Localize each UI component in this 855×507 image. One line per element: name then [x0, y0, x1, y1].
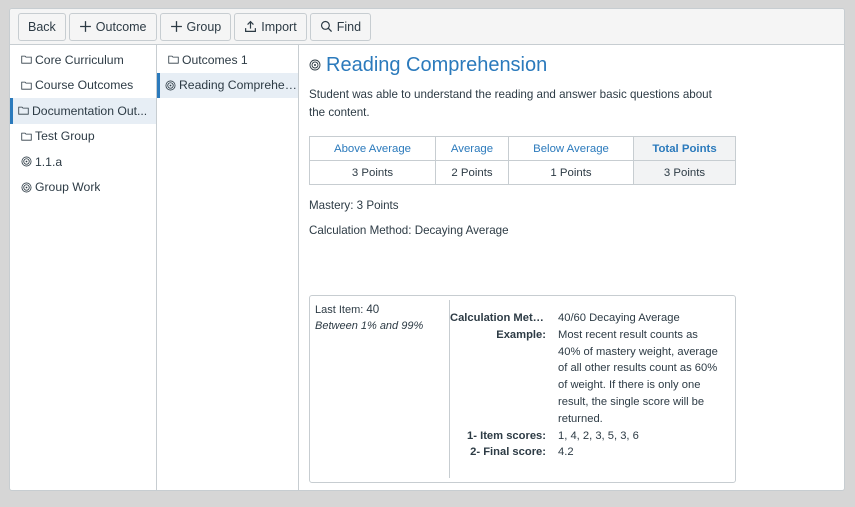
last-item: Last Item: 40	[315, 302, 444, 318]
example-value: Most recent result counts as 40% of mast…	[558, 328, 718, 425]
item-scores-row: 1- Item scores: 1, 4, 2, 3, 5, 3, 6	[450, 428, 735, 445]
group-item-label: Course Outcomes	[35, 78, 134, 93]
final-score-value: 4.2	[558, 446, 574, 459]
last-item-label: Last Item:	[315, 304, 364, 316]
example-key: Example:	[496, 328, 546, 341]
group-item-course-outcomes[interactable]: Course Outcomes	[10, 73, 156, 99]
outcome-item-1-1-a[interactable]: 1.1.a	[10, 149, 156, 175]
group-item-documentation-outcomes[interactable]: Documentation Out...	[10, 98, 156, 124]
plus-icon	[79, 21, 91, 32]
calculation-box: Last Item: 40 Between 1% and 99% Calcula…	[309, 295, 736, 483]
page-title: Reading Comprehension	[309, 53, 834, 77]
add-group-button[interactable]: Group	[159, 12, 232, 41]
group-label: Group	[186, 19, 222, 34]
find-label: Find	[336, 19, 362, 34]
folder-icon	[21, 132, 32, 141]
rating-label-row: Above Average Average Below Average Tota…	[309, 136, 736, 161]
method-key: Calculation Meth...	[450, 312, 549, 324]
outcome-title: Reading Comprehension	[326, 53, 548, 76]
outcome-panes: Core Curriculum Course Outcomes Document…	[10, 45, 844, 490]
rating-label: Above Average	[309, 136, 436, 161]
item-scores-key: 1- Item scores:	[467, 429, 546, 442]
folder-icon	[21, 81, 32, 90]
group-item-label: Documentation Out...	[32, 103, 148, 118]
find-button[interactable]: Find	[309, 12, 372, 41]
method-row: Calculation Meth... 40/60 Decaying Avera…	[450, 310, 735, 327]
rating-points: 3 Points	[309, 160, 436, 185]
outcome-item-label: Group Work	[35, 180, 101, 195]
outcome-description: Student was able to understand the readi…	[309, 88, 712, 119]
group-item-label: Core Curriculum	[35, 52, 124, 67]
group-item-label: Test Group	[35, 129, 95, 144]
subgroup-column: Outcomes 1 Reading Comprehen...	[157, 45, 299, 490]
folder-icon	[18, 106, 29, 115]
calculation-details: Calculation Meth... 40/60 Decaying Avera…	[450, 296, 735, 482]
final-score-key: 2- Final score:	[470, 446, 546, 459]
range-text: Between 1% and 99%	[315, 320, 424, 332]
folder-icon	[21, 55, 32, 64]
folder-icon	[168, 55, 179, 64]
rating-points-row: 3 Points 2 Points 1 Points 3 Points	[309, 160, 736, 185]
rating-label: Below Average	[508, 136, 634, 161]
search-icon	[320, 20, 332, 33]
example-row: Example: Most recent result counts as 40…	[450, 327, 735, 428]
rating-label: Average	[435, 136, 509, 161]
groups-column: Core Curriculum Course Outcomes Document…	[10, 45, 157, 490]
outcome-item-group-work[interactable]: Group Work	[10, 175, 156, 201]
method-value: 40/60 Decaying Average	[558, 312, 680, 324]
final-score-row: 2- Final score: 4.2	[450, 444, 735, 461]
outcome-item-reading-comprehension[interactable]: Reading Comprehen...	[157, 72, 298, 98]
outcomes-window: Back Outcome Group Import Find Core Curr…	[9, 8, 845, 491]
outcome-item-label: Reading Comprehen...	[179, 78, 298, 93]
outcome-icon	[21, 156, 32, 167]
total-points-label: Total Points	[633, 136, 736, 161]
item-scores-value: 1, 4, 2, 3, 5, 3, 6	[558, 429, 639, 442]
add-outcome-button[interactable]: Outcome	[68, 12, 157, 41]
rating-points: 2 Points	[435, 160, 509, 185]
toolbar: Back Outcome Group Import Find	[10, 9, 844, 45]
group-item-core-curriculum[interactable]: Core Curriculum	[10, 47, 156, 73]
upload-icon	[245, 20, 257, 32]
subgroup-item-label: Outcomes 1	[182, 52, 248, 67]
last-item-value: 40	[366, 303, 380, 316]
back-label: Back	[28, 19, 56, 34]
calculation-method-text: Calculation Method: Decaying Average	[309, 224, 509, 237]
import-button[interactable]: Import	[234, 12, 307, 41]
outcome-detail: Reading Comprehension Student was able t…	[299, 45, 844, 490]
group-item-test-group[interactable]: Test Group	[10, 124, 156, 150]
rating-points: 1 Points	[508, 160, 634, 185]
outcome-item-label: 1.1.a	[35, 154, 63, 169]
outcome-label: Outcome	[95, 19, 147, 34]
calculation-summary: Last Item: 40 Between 1% and 99%	[310, 300, 450, 478]
outcome-icon	[309, 59, 321, 71]
mastery-text: Mastery: 3 Points	[309, 199, 399, 212]
total-points-value: 3 Points	[633, 160, 736, 185]
subgroup-item-outcomes-1[interactable]: Outcomes 1	[157, 47, 298, 73]
outcome-icon	[165, 80, 176, 91]
import-label: Import	[261, 19, 297, 34]
rating-table: Above Average Average Below Average Tota…	[309, 136, 736, 185]
outcome-icon	[21, 182, 32, 193]
back-button[interactable]: Back	[18, 12, 66, 41]
plus-icon	[170, 21, 182, 32]
